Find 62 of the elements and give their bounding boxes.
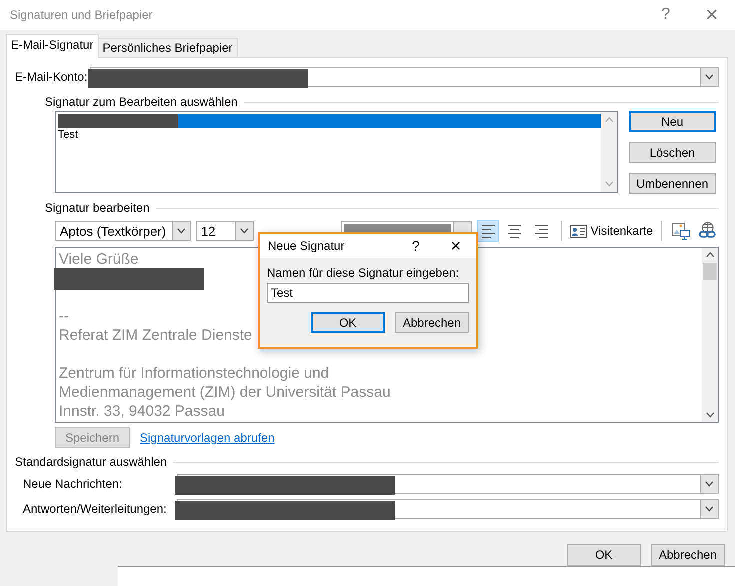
field-label: Antworten/Weiterleitungen: bbox=[23, 502, 168, 516]
chevron-down-icon bbox=[240, 228, 249, 234]
field-label: E-Mail-Konto: bbox=[15, 70, 88, 84]
dropdown-arrow-button[interactable] bbox=[700, 475, 718, 493]
button[interactable]: Umbenennen bbox=[629, 173, 716, 194]
signature-text: Zentrum für Informationstechnologie und bbox=[59, 365, 330, 382]
align-left-icon bbox=[480, 224, 496, 238]
scrollbar[interactable] bbox=[702, 248, 718, 422]
button[interactable]: OK bbox=[311, 312, 385, 333]
signature-text: -- bbox=[59, 308, 69, 325]
scroll-down-icon bbox=[706, 412, 714, 418]
signature-dropdown[interactable] bbox=[177, 499, 719, 519]
button[interactable]: Abbrechen bbox=[395, 312, 469, 333]
dropdown-arrow-button[interactable] bbox=[700, 500, 718, 518]
button[interactable]: OK bbox=[567, 544, 641, 566]
business-card-button[interactable]: Visitenkarte bbox=[570, 224, 654, 238]
globe-link-icon bbox=[699, 222, 718, 240]
item-label: Test bbox=[58, 129, 78, 141]
signature-text: Referat ZIM Zentrale Dienste bbox=[59, 327, 252, 344]
align-right-icon bbox=[534, 224, 550, 238]
contact-card-icon bbox=[570, 224, 587, 238]
group-title: Standardsignatur auswählen bbox=[15, 455, 168, 469]
help-button[interactable]: ? bbox=[643, 6, 689, 24]
align-left-button[interactable] bbox=[477, 220, 499, 242]
account-dropdown[interactable] bbox=[90, 67, 719, 87]
chevron-down-icon bbox=[705, 506, 714, 512]
button[interactable]: Abbrechen bbox=[651, 544, 725, 566]
chevron-down-icon bbox=[705, 74, 714, 80]
signature-text: Viele Grüße bbox=[59, 251, 139, 268]
group-title: Signatur bearbeiten bbox=[45, 201, 151, 215]
scroll-down-icon bbox=[604, 181, 614, 187]
field-label: Namen für diese Signatur eingeben: bbox=[267, 266, 460, 280]
dropdown-arrow-button[interactable] bbox=[172, 222, 190, 240]
dropdown-arrow-button[interactable] bbox=[234, 222, 253, 240]
font-dropdown[interactable]: Aptos (Textkörper) bbox=[55, 221, 192, 241]
button[interactable]: Neu bbox=[629, 111, 716, 132]
combo-value: Aptos (Textkörper) bbox=[60, 224, 166, 238]
scroll-up-icon bbox=[604, 117, 614, 123]
signature-text: Innstr. 33, 94032 Passau bbox=[59, 403, 225, 420]
tab[interactable]: Persönliches Briefpapier bbox=[98, 38, 238, 58]
field-label: Neue Nachrichten: bbox=[23, 477, 124, 491]
chevron-down-icon bbox=[177, 228, 186, 234]
chevron-down-icon bbox=[705, 481, 714, 487]
insert-picture-button[interactable] bbox=[670, 220, 692, 242]
tab[interactable]: E-Mail-Signatur bbox=[6, 34, 99, 58]
dropdown-arrow-button[interactable] bbox=[700, 68, 718, 86]
templates-link[interactable]: Signaturvorlagen abrufen bbox=[140, 430, 275, 444]
picture-monitor-icon bbox=[672, 222, 690, 240]
scroll-up-icon bbox=[706, 252, 714, 258]
combo-value: 12 bbox=[201, 224, 216, 238]
name-input[interactable]: Test bbox=[267, 283, 469, 303]
signature-text: Medienmanagement (ZIM) der Universität Passau bbox=[59, 384, 391, 401]
button[interactable]: Löschen bbox=[629, 142, 716, 163]
scrollbar[interactable] bbox=[601, 112, 617, 192]
signature-dropdown[interactable] bbox=[177, 474, 719, 494]
group-title: Signatur zum Bearbeiten auswählen bbox=[45, 95, 239, 109]
window-title: Signaturen und Briefpapier bbox=[10, 8, 153, 22]
align-center-icon bbox=[507, 224, 522, 238]
size-dropdown[interactable]: 12 bbox=[196, 221, 254, 241]
list-item[interactable]: Test bbox=[58, 128, 601, 142]
close-button[interactable]: × bbox=[689, 2, 735, 28]
scroll-thumb[interactable] bbox=[703, 263, 717, 280]
